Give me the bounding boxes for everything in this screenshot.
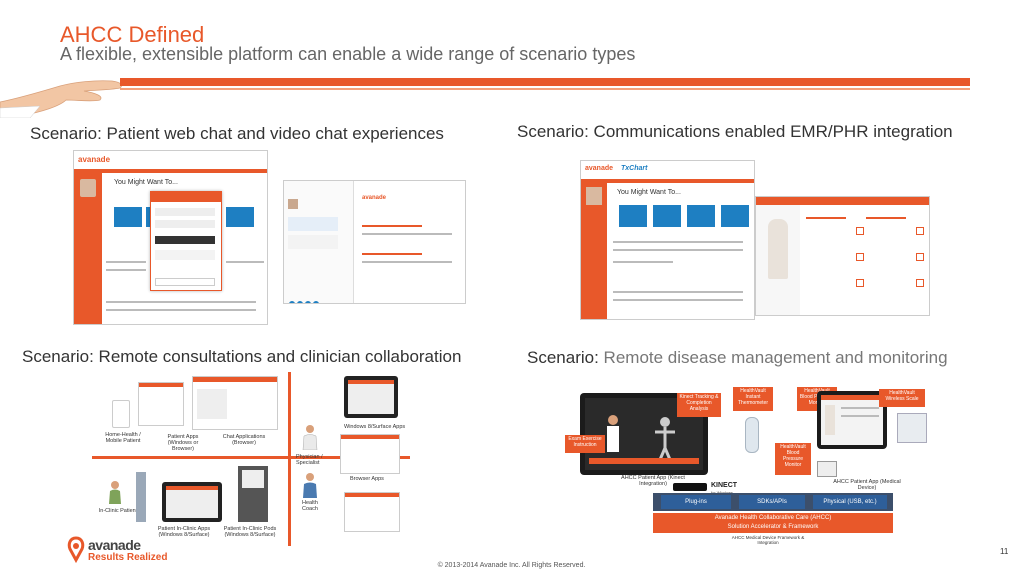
avatar [80, 179, 96, 197]
chat-window[interactable] [150, 191, 222, 291]
call-controls[interactable] [288, 295, 348, 303]
label-physician: Physician / Specialist [296, 454, 323, 466]
top-bar [581, 179, 754, 183]
divider-vertical [288, 372, 291, 546]
avanade-logo-icon [67, 536, 85, 564]
framework-block: Avanade Health Collaborative Care (AHCC)… [653, 513, 893, 533]
kinect-brand: KINECT [711, 482, 738, 489]
action-tile[interactable] [721, 205, 749, 227]
callout-scale: HealthVault Wireless Scale [879, 389, 925, 407]
calendar-icon [916, 227, 924, 235]
window-title-bar [756, 197, 929, 205]
brand-logo-small: avanade [362, 195, 387, 201]
appointments-screenshot [755, 196, 930, 316]
bp-monitor-device [817, 461, 837, 477]
label-device-framework: AHCC Medical Device Framework & Integrat… [731, 535, 805, 545]
copyright: © 2013-2014 Avanade Inc. All Rights Rese… [437, 562, 586, 569]
label-browser-apps: Browser Apps [350, 476, 384, 482]
calendar-icon [916, 253, 924, 261]
label-chat-apps: Chat Applications (Browser) [222, 434, 266, 446]
thermometer-device [745, 417, 759, 453]
action-tile[interactable] [653, 205, 681, 227]
medical-device-tablet [817, 391, 887, 449]
avatar [586, 187, 602, 205]
callout-bp-monitor: HealthVault Blood Pressure Monitor [775, 443, 811, 475]
remote-monitoring-diagram: Kinect Tracking & Completion Analysis Ex… [565, 383, 940, 548]
label-in-clinic: In-Clinic Patient [98, 508, 138, 514]
callout-thermometer: HealthVault Instant Thermometer [733, 387, 773, 411]
remote-consult-diagram: Home-Health / Mobile Patient Patient App… [92, 372, 410, 546]
label-patient-apps: Patient Apps (Windows or Browser) [167, 434, 199, 452]
conversation-list [284, 181, 354, 303]
emr-logo: TxChart [621, 165, 648, 172]
browser-app-screen [340, 434, 400, 474]
calendar-icon [856, 227, 864, 235]
wireless-scale-device [897, 413, 927, 443]
calendar-icon [916, 279, 924, 287]
page-subtitle: A flexible, extensible platform can enab… [60, 44, 636, 64]
video-chat-screenshot: avanade [283, 180, 466, 304]
action-tile[interactable] [114, 207, 142, 227]
framework-line2: Solution Accelerator & Framework [727, 524, 819, 530]
surface-tablet [344, 376, 398, 418]
in-clinic-patient-figure [108, 480, 122, 504]
label-home-health: Home-Health / Mobile Patient [105, 432, 141, 444]
physician-figure [302, 424, 318, 451]
coach-app-screen [344, 492, 400, 532]
mobile-device [112, 400, 130, 428]
clinic-pod [238, 466, 268, 522]
brand-logo: avanade [78, 155, 111, 164]
label-in-clinic-apps: Patient In-Clinic Apps (Windows 8/Surfac… [157, 526, 211, 538]
plugins-block: Plug-ins [661, 495, 731, 509]
scenario-label-remote-consult: Scenario: Remote consultations and clini… [22, 347, 462, 366]
label-health-coach: Health Coach [302, 500, 318, 512]
hand-pointer-icon [0, 80, 122, 118]
section-heading: You Might Want To... [617, 189, 681, 196]
patient-photo [756, 205, 800, 315]
label-windows-surface: Windows 8/Surface Apps [344, 424, 406, 430]
clinic-tablet [162, 482, 222, 522]
kiosk [136, 472, 146, 522]
integration-layer: Plug-ins SDKs/APIs Physical (USB, etc.) [653, 493, 893, 511]
action-tile[interactable] [226, 207, 254, 227]
top-bar [74, 169, 267, 173]
header-rule [120, 78, 970, 86]
scenario-label-rest: Remote disease management and monitoring [598, 348, 948, 367]
scenario-label-prefix: Scenario: [527, 348, 599, 367]
action-tile[interactable] [687, 205, 715, 227]
callout-exercise: Exam Exercise Instruction [565, 435, 605, 453]
framework-line1: Avanade Health Collaborative Care (AHCC) [714, 515, 832, 521]
section-heading: You Might Want To... [114, 179, 178, 186]
label-patient-app-medical: AHCC Patient App (Medical Device) [833, 479, 901, 491]
brand-logo: avanade [585, 165, 614, 172]
chat-app-screen [192, 376, 278, 430]
patient-app-screen [138, 382, 184, 426]
scenario-label-web-chat: Scenario: Patient web chat and video cha… [30, 124, 444, 143]
header-rule-shadow [120, 88, 970, 90]
calendar-icon [856, 279, 864, 287]
emr-portal-screenshot: avanade TxChart You Might Want To... [580, 160, 755, 320]
page-number: 11 [1000, 547, 1009, 556]
action-tile[interactable] [619, 205, 647, 227]
physical-block: Physical (USB, etc.) [813, 495, 887, 509]
sdks-block: SDKs/APIs [739, 495, 805, 509]
health-coach-figure [302, 472, 318, 498]
label-patient-app-kinect: AHCC Patient App (Kinect Integration) [621, 475, 685, 487]
label-in-clinic-pods: Patient In-Clinic Pods (Windows 8/Surfac… [223, 526, 277, 538]
calendar-icon [856, 253, 864, 261]
web-chat-screenshot: avanade You Might Want To... [73, 150, 268, 325]
callout-kinect-tracking: Kinect Tracking & Completion Analysis [677, 393, 721, 417]
scenario-label-emr: Scenario: Communications enabled EMR/PHR… [517, 122, 953, 141]
footer-logo: avanade [88, 537, 141, 553]
scenario-label-remote-monitoring: Scenario: Remote disease management and … [527, 348, 948, 368]
